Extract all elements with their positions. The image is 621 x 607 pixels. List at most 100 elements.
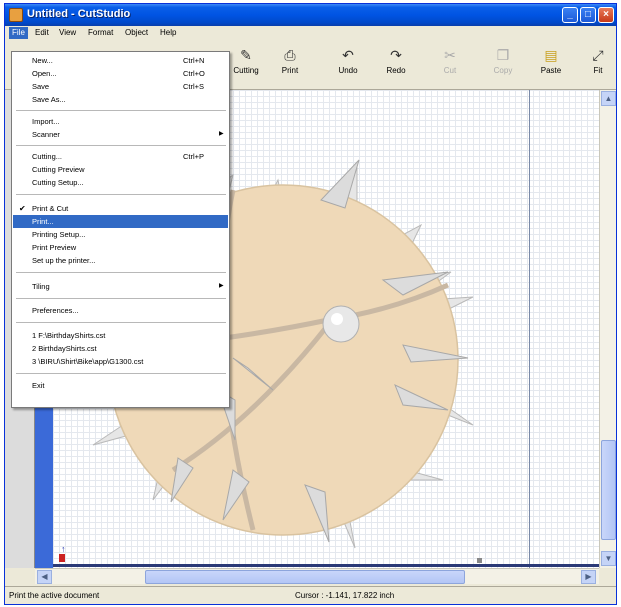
- menu-separator: [16, 145, 226, 146]
- menu-item-label: Cutting Preview: [32, 165, 85, 174]
- page-boundary: [529, 90, 530, 568]
- menu-separator: [16, 373, 226, 374]
- menu-item-label: 1 F:\BirthdayShirts.cst: [32, 331, 106, 340]
- copy-button[interactable]: ❐ Copy: [484, 44, 522, 84]
- menu-item-recent-file-3[interactable]: 3 \BIRU\Shirt\Bike\app\G1300.cst: [13, 355, 228, 368]
- redo-icon: ↷: [390, 47, 402, 63]
- checkmark-icon: ✔: [19, 204, 26, 213]
- origin-axis-label: ↑: [61, 544, 66, 554]
- center-knob: [322, 305, 360, 343]
- fit-button[interactable]: ⤢ Fit: [582, 44, 614, 84]
- menu-item-new[interactable]: New... Ctrl+N: [13, 54, 228, 67]
- menu-item-exit[interactable]: Exit: [13, 379, 228, 392]
- menu-format[interactable]: Format: [85, 27, 116, 39]
- cut-icon: ✂: [444, 47, 456, 63]
- menu-separator: [16, 272, 226, 273]
- scroll-left-arrow-icon[interactable]: ◀: [37, 570, 52, 584]
- menu-item-open[interactable]: Open... Ctrl+O: [13, 67, 228, 80]
- status-message: Print the active document: [9, 591, 100, 600]
- menu-item-scanner[interactable]: Scanner ▶: [13, 128, 228, 141]
- paste-icon: ▤: [544, 47, 558, 63]
- menu-item-label: Scanner: [32, 130, 60, 139]
- redo-button[interactable]: ↷ Redo: [377, 44, 415, 84]
- menu-item-label: Printing Setup...: [32, 230, 86, 239]
- cutting-label: Cutting: [233, 66, 259, 75]
- menu-item-label: Save: [32, 82, 50, 91]
- vertical-scroll-thumb[interactable]: [601, 440, 616, 540]
- undo-icon: ↶: [342, 47, 354, 63]
- paste-button[interactable]: ▤ Paste: [532, 44, 570, 84]
- horizontal-scroll-thumb[interactable]: [145, 570, 465, 584]
- horizontal-scrollbar[interactable]: ◀ ▶: [35, 568, 599, 584]
- file-menu-dropdown: New... Ctrl+N Open... Ctrl+O Save Ctrl+S…: [11, 51, 230, 408]
- menu-item-save-as[interactable]: Save As...: [13, 93, 228, 106]
- menu-item-recent-file-1[interactable]: 1 F:\BirthdayShirts.cst: [13, 329, 228, 342]
- copy-label: Copy: [493, 66, 513, 75]
- menu-item-label: Print Preview: [32, 243, 77, 252]
- menu-item-save[interactable]: Save Ctrl+S: [13, 80, 228, 93]
- menu-item-label: Set up the printer...: [32, 256, 96, 265]
- close-button[interactable]: ×: [598, 7, 614, 23]
- menu-separator: [16, 322, 226, 323]
- menu-view[interactable]: View: [56, 27, 79, 39]
- cutting-button[interactable]: ✎ Cutting: [227, 44, 265, 84]
- paste-label: Paste: [540, 66, 562, 75]
- cut-button[interactable]: ✂ Cut: [431, 44, 469, 84]
- scroll-down-arrow-icon[interactable]: ▼: [601, 551, 616, 566]
- menu-item-label: Save As...: [32, 95, 66, 104]
- print-label: Print: [281, 66, 299, 75]
- menu-item-printing-setup[interactable]: Printing Setup...: [13, 228, 228, 241]
- print-icon: ⎙: [284, 47, 296, 63]
- menu-item-import[interactable]: Import...: [13, 115, 228, 128]
- menu-item-label: Cutting...: [32, 152, 63, 161]
- menu-item-print[interactable]: Print...: [13, 215, 228, 228]
- menu-item-label: Preferences...: [32, 306, 79, 315]
- origin-marker: [59, 554, 65, 562]
- menu-item-label: Import...: [32, 117, 60, 126]
- menu-item-shortcut: Ctrl+O: [183, 69, 205, 78]
- window-title: Untitled - CutStudio: [27, 8, 131, 20]
- menu-item-shortcut: Ctrl+P: [183, 152, 205, 161]
- cutstudio-window: Untitled - CutStudio _ □ × File Edit Vie…: [4, 3, 617, 605]
- menu-item-print-and-cut[interactable]: ✔ Print & Cut: [13, 202, 228, 215]
- menu-item-setup-printer[interactable]: Set up the printer...: [13, 254, 228, 267]
- minimize-button[interactable]: _: [562, 7, 578, 23]
- scroll-up-arrow-icon[interactable]: ▲: [601, 91, 616, 106]
- menu-separator: [16, 298, 226, 299]
- scroll-right-arrow-icon[interactable]: ▶: [581, 570, 596, 584]
- menu-item-label: Open...: [32, 69, 57, 78]
- menu-item-cutting-preview[interactable]: Cutting Preview: [13, 163, 228, 176]
- menu-item-cutting-setup[interactable]: Cutting Setup...: [13, 176, 228, 189]
- cursor-position: Cursor : -1.141, 17.822 inch: [295, 591, 395, 600]
- maximize-button[interactable]: □: [580, 7, 596, 23]
- menu-item-label: Exit: [32, 381, 45, 390]
- menu-file[interactable]: File: [9, 27, 28, 39]
- menu-item-label: Cutting Setup...: [32, 178, 84, 187]
- menu-item-preferences[interactable]: Preferences...: [13, 304, 228, 317]
- menu-separator: [16, 110, 226, 111]
- title-bar[interactable]: Untitled - CutStudio _ □ ×: [5, 4, 616, 26]
- vertical-scrollbar[interactable]: ▲ ▼: [599, 90, 616, 568]
- undo-label: Undo: [338, 66, 358, 75]
- redo-label: Redo: [386, 66, 406, 75]
- copy-icon: ❐: [496, 47, 510, 63]
- print-button[interactable]: ⎙ Print: [271, 44, 309, 84]
- menu-separator: [16, 194, 226, 195]
- menu-help[interactable]: Help: [157, 27, 179, 39]
- menu-item-recent-file-2[interactable]: 2 BirthdayShirts.cst: [13, 342, 228, 355]
- page-handle: [477, 558, 482, 563]
- menu-item-cutting[interactable]: Cutting... Ctrl+P: [13, 150, 228, 163]
- menu-item-label: Print...: [32, 217, 54, 226]
- menu-object[interactable]: Object: [122, 27, 151, 39]
- menu-item-tiling[interactable]: Tiling ▶: [13, 280, 228, 293]
- menu-item-label: Print & Cut: [32, 204, 69, 213]
- undo-button[interactable]: ↶ Undo: [329, 44, 367, 84]
- menu-edit[interactable]: Edit: [32, 27, 52, 39]
- cut-label: Cut: [443, 66, 457, 75]
- fit-label: Fit: [593, 66, 603, 75]
- menu-item-print-preview[interactable]: Print Preview: [13, 241, 228, 254]
- submenu-arrow-icon: ▶: [219, 131, 224, 137]
- submenu-arrow-icon: ▶: [219, 283, 224, 289]
- app-icon: [9, 8, 23, 22]
- menu-item-label: 2 BirthdayShirts.cst: [32, 344, 97, 353]
